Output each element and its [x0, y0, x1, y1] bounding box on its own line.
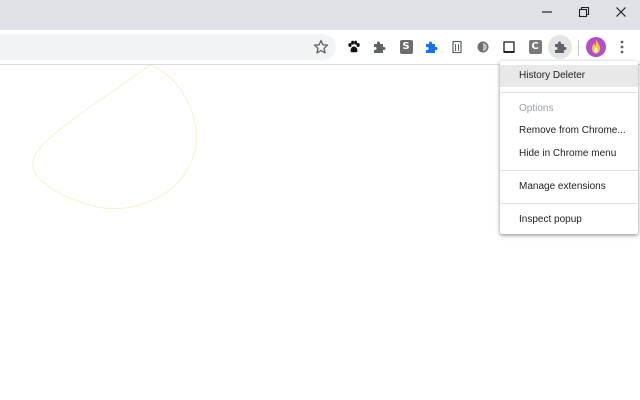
restore-icon	[578, 6, 590, 18]
menu-item-hide-in-chrome-menu[interactable]: Hide in Chrome menu	[500, 143, 638, 165]
toolbar-separator	[578, 40, 579, 56]
menu-item-history-deleter[interactable]: History Deleter	[500, 65, 638, 87]
extension-circle[interactable]	[473, 37, 493, 57]
extension-document[interactable]	[447, 37, 467, 57]
bookmark-star-icon[interactable]	[313, 39, 329, 55]
square-outline-icon	[503, 41, 515, 53]
extension-context-menu: History Deleter Options Remove from Chro…	[500, 61, 638, 234]
circle-icon	[477, 41, 489, 53]
s-badge-icon: S	[399, 40, 413, 54]
menu-item-inspect-popup[interactable]: Inspect popup	[500, 209, 638, 231]
minimize-icon	[542, 11, 552, 13]
puzzle-gray-icon	[374, 41, 386, 53]
browser-window: S C History Deleter Options Remove from …	[0, 0, 640, 400]
menu-item-options: Options	[519, 103, 554, 114]
extension-paw[interactable]	[344, 37, 364, 57]
close-button[interactable]	[603, 0, 639, 24]
extension-c[interactable]: C	[525, 37, 545, 57]
extension-puzzle-active[interactable]	[548, 35, 572, 59]
paw-icon	[348, 40, 360, 53]
extension-square[interactable]	[499, 37, 519, 57]
menu-item-remove-from-chrome[interactable]: Remove from Chrome...	[500, 120, 638, 142]
menu-item-manage-extensions[interactable]: Manage extensions	[500, 176, 638, 198]
puzzle-active-icon	[555, 41, 567, 53]
close-icon	[616, 7, 626, 17]
extension-puzzle-blue[interactable]	[421, 37, 441, 57]
c-badge-icon: C	[528, 40, 542, 54]
minimize-button[interactable]	[529, 0, 565, 24]
title-bar	[0, 0, 640, 30]
flame-avatar-icon	[592, 40, 600, 54]
extension-puzzle-gray[interactable]	[369, 37, 389, 57]
profile-avatar[interactable]	[586, 37, 606, 57]
menu-separator	[500, 203, 638, 204]
restore-button[interactable]	[566, 0, 602, 24]
decorative-curve	[32, 65, 198, 210]
menu-separator	[500, 170, 638, 171]
address-bar[interactable]	[0, 34, 336, 60]
browser-toolbar: S C	[0, 30, 640, 65]
document-icon	[452, 40, 462, 54]
more-menu-icon[interactable]	[614, 39, 630, 55]
puzzle-blue-icon	[426, 41, 438, 53]
extension-s[interactable]: S	[396, 37, 416, 57]
menu-separator	[500, 92, 638, 93]
